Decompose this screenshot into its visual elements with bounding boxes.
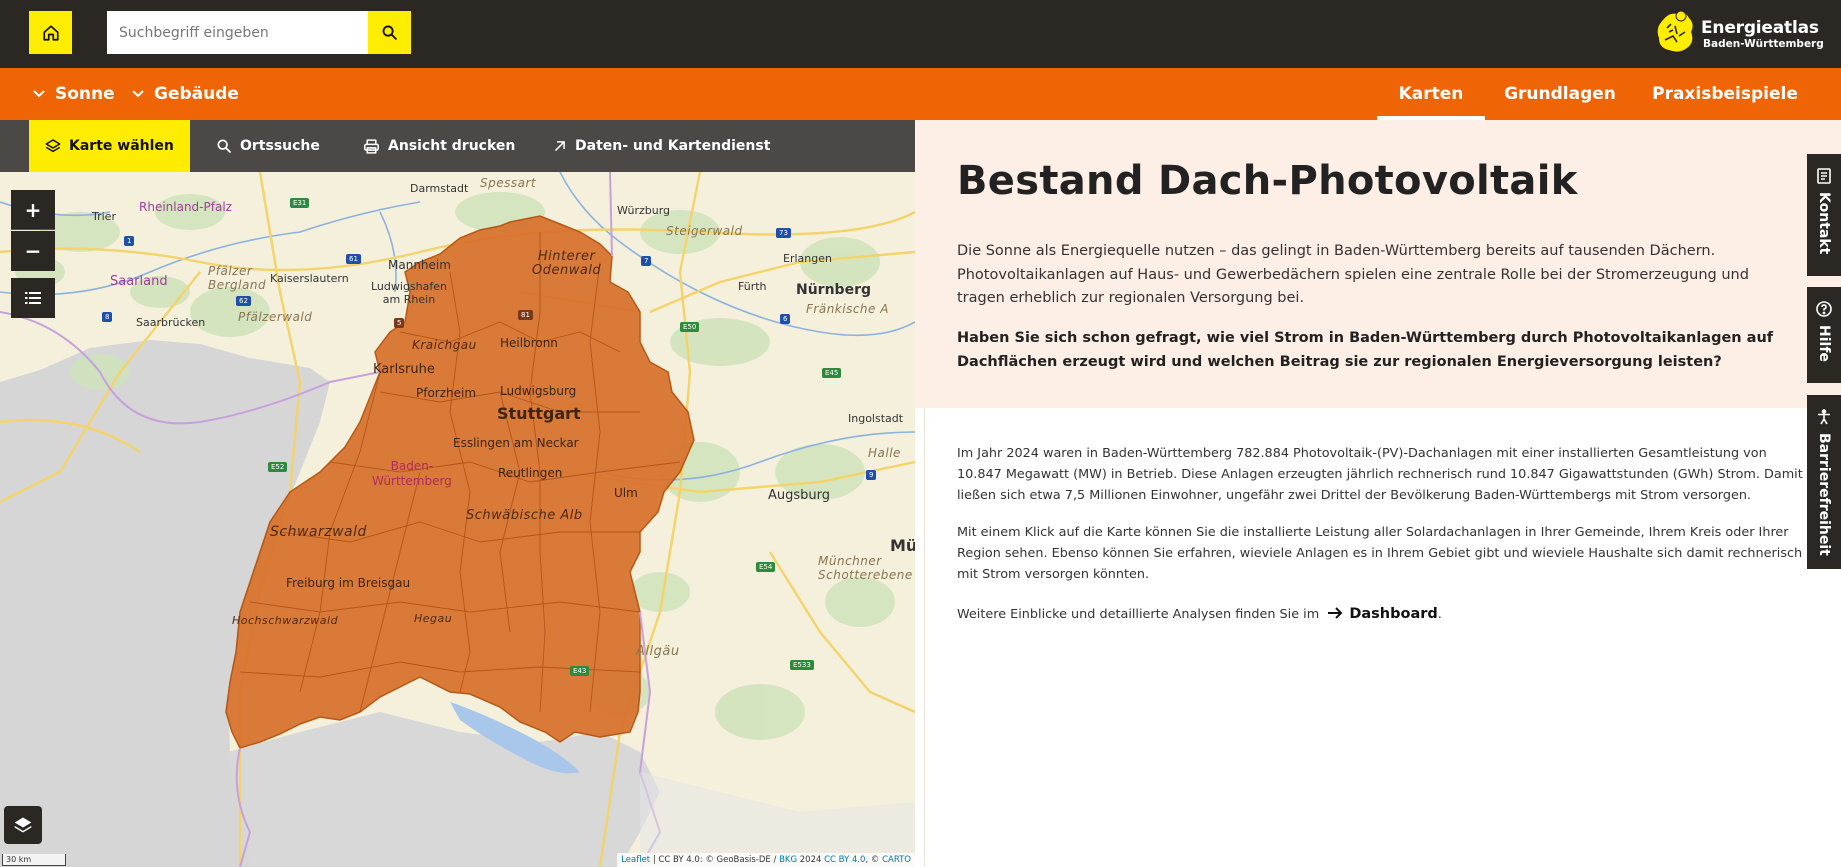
tab-karten[interactable]: Karten	[1377, 68, 1485, 120]
tab-grundlagen[interactable]: Grundlagen	[1500, 68, 1620, 120]
road-shield: E52	[268, 462, 288, 472]
road-shield: E54	[756, 562, 776, 572]
road-shield: E50	[680, 322, 700, 332]
intro-paragraph: Die Sonne als Energiequelle nutzen – das…	[957, 243, 1749, 306]
arrow-right-icon	[1328, 607, 1343, 619]
road-shield: E45	[822, 368, 842, 378]
choose-map-button[interactable]: Karte wählen	[29, 120, 190, 172]
print-view-label: Ansicht drucken	[388, 138, 516, 154]
chevron-down-icon	[33, 90, 45, 98]
road-shield: E31	[290, 198, 310, 208]
minus-icon: −	[24, 239, 42, 263]
nav-gebaeude-dropdown[interactable]: Gebäude	[132, 68, 239, 120]
layer-switcher-button[interactable]	[4, 806, 42, 844]
side-tab-barrierefreiheit-label: Barrierefreiheit	[1816, 433, 1832, 556]
side-tab-barrierefreiheit[interactable]: Barrierefreiheit	[1807, 395, 1841, 569]
search-button[interactable]	[368, 11, 411, 54]
dashboard-link[interactable]: Dashboard	[1349, 606, 1437, 622]
data-map-service-button[interactable]: Daten- und Kartendienst	[553, 120, 770, 172]
road-shield: 81	[518, 310, 533, 320]
nav-sonne-label: Sonne	[55, 84, 115, 104]
road-shield: E43	[570, 666, 590, 676]
top-bar: Energieatlas Baden-Württemberg	[0, 0, 1841, 68]
nav-gebaeude-label: Gebäude	[154, 84, 239, 104]
attribution-text-1: | CC BY 4.0: © GeoBasis-DE /	[650, 855, 780, 865]
printer-icon	[363, 138, 380, 154]
location-search-label: Ortssuche	[240, 138, 320, 154]
road-shield: 1	[124, 236, 135, 246]
map-basemap	[0, 172, 915, 867]
map-toolbar: Karte wählen Ortssuche Ansicht drucken D…	[0, 120, 915, 172]
zoom-in-button[interactable]: +	[11, 190, 55, 230]
road-shield: 73	[776, 228, 791, 238]
data-map-service-label: Daten- und Kartendienst	[575, 138, 771, 154]
choose-map-label: Karte wählen	[69, 138, 174, 154]
search-icon	[217, 139, 231, 153]
legend-list-button[interactable]	[11, 278, 55, 318]
attribution-text-2: 2024	[797, 855, 825, 865]
road-shield: 6	[780, 314, 791, 324]
road-shield: 8	[102, 312, 113, 322]
logo-title: Energieatlas	[1701, 18, 1819, 38]
main-nav: Sonne Gebäude Karten Grundlagen Praxisbe…	[0, 68, 1841, 120]
tab-karten-label: Karten	[1398, 84, 1464, 104]
nav-sonne-dropdown[interactable]: Sonne	[33, 68, 115, 120]
road-shield: 61	[346, 254, 361, 264]
energieatlas-logo[interactable]: Energieatlas Baden-Württemberg	[1655, 10, 1825, 56]
zoom-out-button[interactable]: −	[11, 231, 55, 271]
road-shield: 5	[394, 318, 405, 328]
cc-by-link[interactable]: CC BY 4.0	[824, 855, 865, 865]
list-icon	[25, 292, 41, 304]
side-tab-kontakt[interactable]: Kontakt	[1807, 154, 1841, 276]
chevron-down-icon	[132, 90, 144, 98]
carto-link[interactable]: CARTO	[882, 855, 911, 865]
map-attribution: Leaflet | CC BY 4.0: © GeoBasis-DE / BKG…	[617, 853, 915, 867]
home-button[interactable]	[29, 11, 72, 54]
layers-icon	[45, 139, 61, 153]
home-icon	[42, 24, 59, 41]
question-paragraph: Haben Sie sich schon gefragt, wie viel S…	[957, 330, 1774, 370]
question-icon	[1816, 301, 1832, 317]
click-info-paragraph: Mit einem Klick auf die Karte können Sie…	[957, 525, 1803, 582]
print-view-button[interactable]: Ansicht drucken	[363, 120, 515, 172]
tab-praxisbeispiele-label: Praxisbeispiele	[1652, 84, 1798, 104]
side-tab-hilfe[interactable]: Hilfe	[1807, 287, 1841, 383]
map-scale: 30 km	[2, 854, 66, 866]
bkg-link[interactable]: BKG	[779, 855, 797, 865]
road-shield: E533	[790, 660, 814, 670]
tab-grundlagen-label: Grundlagen	[1504, 84, 1616, 104]
search-input[interactable]	[107, 11, 368, 54]
map-view[interactable]: E31 61 1 62 8 5 81 7 E50 6 73 E45 9 E43 E54 E533 E52 Rhe…	[0, 172, 915, 867]
road-shield: 9	[866, 470, 877, 480]
fact-paragraph: Im Jahr 2024 waren in Baden-Württemberg …	[957, 446, 1803, 503]
logo-subtitle: Baden-Württemberg	[1703, 38, 1824, 50]
arrow-up-right-icon	[555, 141, 565, 151]
tab-praxisbeispiele[interactable]: Praxisbeispiele	[1650, 68, 1800, 120]
document-icon	[1817, 168, 1831, 184]
leaflet-link[interactable]: Leaflet	[621, 855, 650, 865]
dashboard-suffix: .	[1437, 607, 1442, 622]
search-icon	[382, 25, 397, 40]
plus-icon: +	[24, 197, 42, 222]
road-shield: 62	[236, 296, 251, 306]
attribution-text-3: , ©	[865, 855, 883, 865]
location-search-button[interactable]: Ortssuche	[216, 120, 320, 172]
accessibility-icon	[1818, 409, 1830, 425]
side-tab-hilfe-label: Hilfe	[1816, 325, 1832, 362]
page-title: Bestand Dach-Photovoltaik	[957, 158, 1578, 204]
dashboard-paragraph: Weitere Einblicke und detaillierte Analy…	[957, 604, 1813, 625]
dashboard-prefix: Weitere Einblicke und detaillierte Analy…	[957, 607, 1320, 622]
side-tab-kontakt-label: Kontakt	[1816, 192, 1832, 255]
logo-emblem-icon	[1657, 10, 1693, 52]
layers-icon	[14, 817, 32, 833]
road-shield: 7	[641, 256, 652, 266]
